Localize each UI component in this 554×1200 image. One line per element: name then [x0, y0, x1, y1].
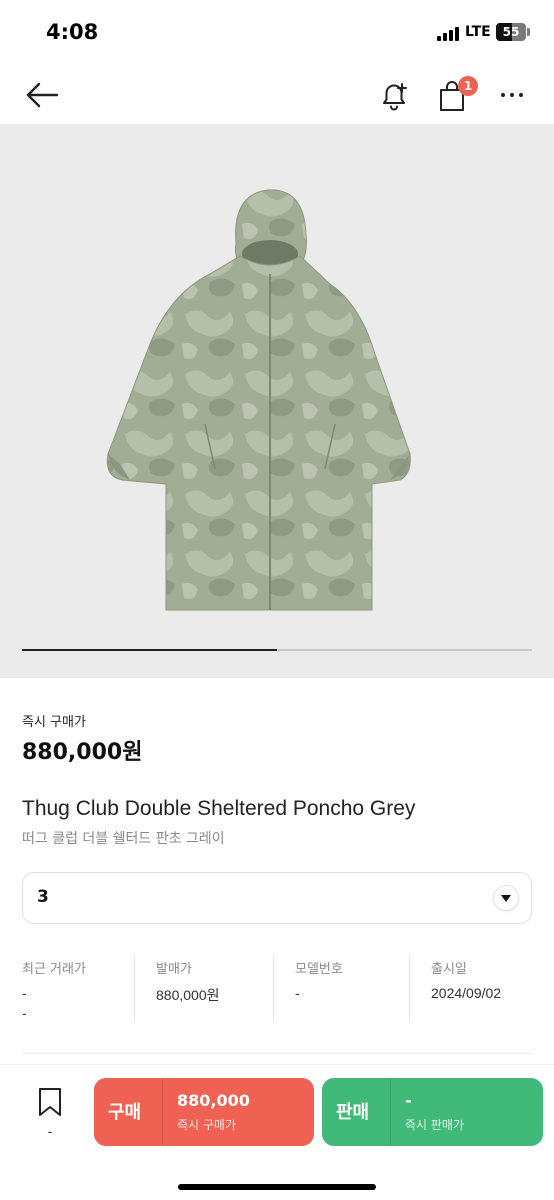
product-image-gallery[interactable]: [0, 124, 554, 678]
stat-value: -: [22, 985, 27, 1001]
stat-model-number: 모델번호 -: [295, 956, 343, 1026]
product-image: [106, 189, 411, 611]
stat-value: 880,000원: [156, 987, 220, 1003]
stat-label: 최근 거래가: [22, 962, 86, 977]
stat-label: 발매가: [156, 962, 192, 977]
size-select-value: 3: [37, 887, 49, 907]
gallery-progress: [22, 649, 532, 651]
stat-divider: [409, 956, 410, 1022]
bookmark-count: -: [47, 1125, 53, 1140]
stat-recent-trade: 최근 거래가 - -: [22, 956, 86, 1026]
stat-release-date: 출시일 2024/09/02: [431, 956, 501, 1026]
product-stats: 최근 거래가 - - 발매가 880,000원 모델번호 - 출시일 2024/…: [22, 956, 532, 1026]
status-time: 4:08: [46, 20, 99, 44]
bottom-action-bar: - 구매 880,000 즉시 구매가 판매 - 즉시 판매가: [0, 1064, 554, 1200]
stat-label: 출시일: [431, 962, 467, 977]
buy-label: 구매: [108, 1102, 142, 1123]
stat-value: -: [295, 985, 300, 1001]
instant-buy-price: 880,000원: [22, 740, 143, 765]
battery-nub: [527, 28, 530, 36]
chevron-down-icon: [493, 885, 519, 911]
sell-price: -: [405, 1091, 412, 1110]
size-select[interactable]: 3: [22, 872, 532, 924]
gallery-progress-fill: [22, 649, 277, 651]
signal-icon: [437, 27, 461, 41]
sell-button[interactable]: 판매 - 즉시 판매가: [322, 1078, 543, 1146]
battery-level-text: 55: [502, 25, 520, 39]
bell-plus-icon: [383, 83, 407, 111]
instant-buy-price-label: 즉시 구매가: [22, 715, 86, 730]
stat-divider: [273, 956, 274, 1022]
home-indicator: [178, 1184, 376, 1190]
battery-icon: 55: [496, 23, 526, 41]
more-options-button[interactable]: [494, 78, 530, 112]
stat-divider: [134, 956, 135, 1022]
product-name-en: Thug Club Double Sheltered Poncho Grey: [22, 797, 416, 820]
bookmark-button[interactable]: -: [30, 1087, 70, 1149]
more-horizontal-icon: [501, 93, 523, 97]
stat-label: 모델번호: [295, 962, 343, 977]
back-button[interactable]: [22, 78, 62, 112]
buy-divider: [162, 1078, 163, 1146]
buy-button[interactable]: 구매 880,000 즉시 구매가: [94, 1078, 314, 1146]
network-type: LTE: [465, 24, 491, 40]
sell-subtitle: 즉시 판매가: [405, 1118, 465, 1132]
sell-label: 판매: [336, 1102, 370, 1123]
product-name-ko: 떠그 클럽 더블 쉘터드 판초 그레이: [22, 831, 225, 847]
arrow-left-icon: [26, 82, 59, 108]
buy-price: 880,000: [177, 1091, 250, 1110]
cart-button[interactable]: 1: [434, 76, 478, 114]
stat-release-price: 발매가 880,000원: [156, 956, 220, 1026]
section-divider: [22, 1053, 532, 1054]
stat-value-secondary: -: [22, 1005, 27, 1021]
app-header: 1: [0, 66, 554, 124]
bookmark-icon: [39, 1088, 61, 1116]
stat-value: 2024/09/02: [431, 985, 502, 1001]
buy-subtitle: 즉시 구매가: [177, 1118, 237, 1132]
sell-divider: [390, 1078, 391, 1146]
notification-button[interactable]: [376, 76, 414, 114]
status-bar: 4:08 LTE 55: [0, 0, 554, 66]
cart-badge: 1: [458, 76, 478, 96]
